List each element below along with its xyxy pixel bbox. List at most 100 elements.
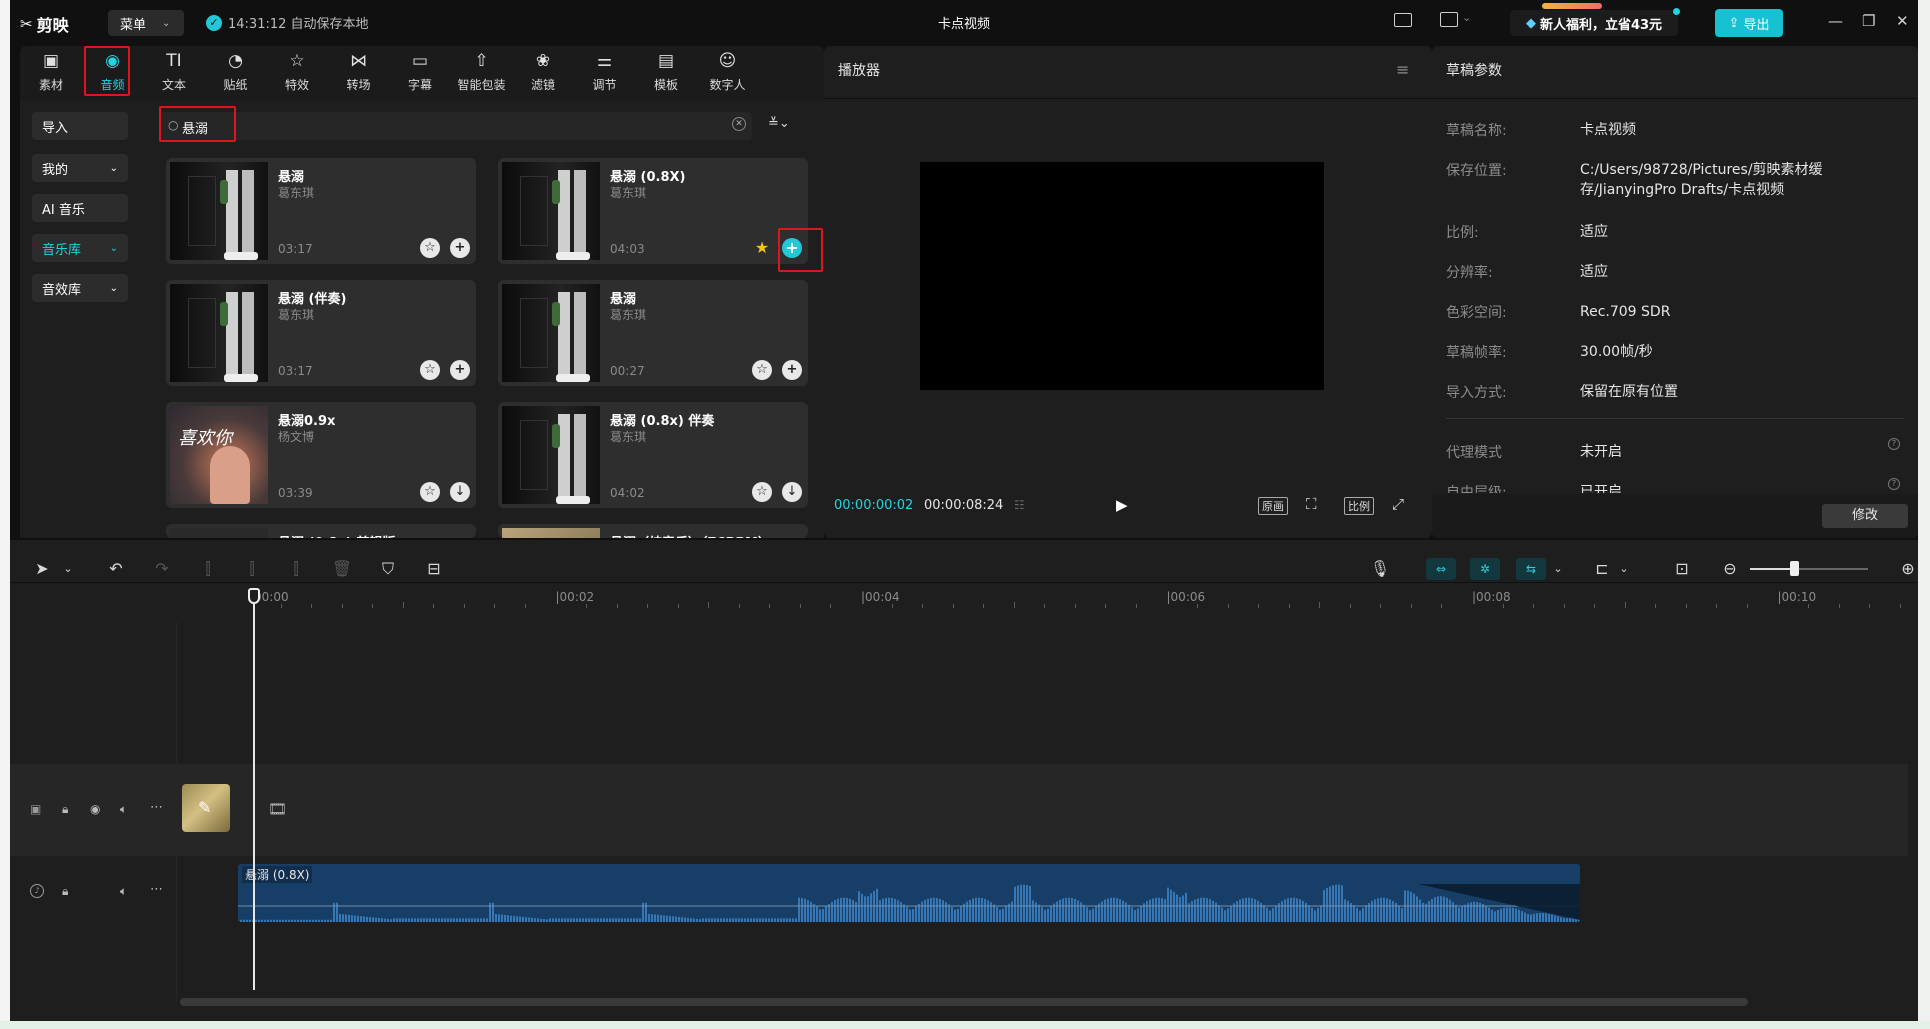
tick-mark (1135, 604, 1137, 608)
chevron-down-icon[interactable]: ⌄ (1546, 557, 1570, 581)
player-menu-icon[interactable]: ≡ (1396, 60, 1409, 79)
fade-out[interactable] (1418, 884, 1580, 920)
add-to-track-button[interactable]: + (782, 238, 802, 258)
minimize-icon[interactable]: — (1828, 12, 1843, 30)
zoom-out-icon[interactable]: ⊖ (1718, 557, 1742, 581)
shortcut-icon[interactable] (1394, 13, 1412, 27)
auto-snap-icon[interactable]: ✲ (1470, 558, 1500, 580)
undo-icon[interactable]: ↶ (104, 557, 128, 581)
tab-caption[interactable]: ▭ 字幕 (395, 50, 445, 94)
tab-text[interactable]: TI 文本 (149, 50, 199, 94)
tab-digital-human[interactable]: ☺ 数字人 (703, 50, 753, 94)
original-quality-button[interactable]: 原画 (1258, 497, 1288, 515)
tab-sticker[interactable]: ◔ 贴纸 (211, 50, 261, 94)
favorite-icon[interactable]: ☆ (420, 238, 440, 258)
search-input[interactable]: 悬溺 (182, 118, 208, 137)
tab-audio[interactable]: ◉ 音频 (88, 50, 138, 94)
favorite-icon[interactable]: ★ (752, 238, 772, 258)
preview-axis-icon[interactable]: ⊏ (1590, 557, 1614, 581)
play-icon[interactable]: ▶ (1116, 496, 1128, 514)
add-to-track-button[interactable]: + (450, 360, 470, 380)
zoom-in-icon[interactable]: ⊕ (1896, 557, 1918, 581)
tick-mark (433, 604, 434, 608)
lock-icon[interactable]: 🔒︎ (62, 884, 68, 899)
main-track-magnet-icon[interactable]: ⇔ (1426, 558, 1456, 580)
tab-smart-package[interactable]: ⇧ 智能包装 (457, 50, 507, 94)
tick-mark (1258, 604, 1259, 608)
close-icon[interactable]: ✕ (1896, 12, 1909, 30)
split-right-icon[interactable]: ⫿ (284, 557, 308, 581)
song-card[interactable]: 悬溺 葛东琪 00:27 ☆ + (498, 280, 808, 386)
song-card[interactable]: 悬溺 (伴奏) 葛东琪 03:17 ☆ + (166, 280, 476, 386)
sidebar-item[interactable]: 导入 (32, 112, 128, 140)
help-icon[interactable]: ? (1888, 438, 1900, 450)
welfare-button[interactable]: ◆ 新人福利，立省43元 (1510, 10, 1678, 36)
screenshot-icon[interactable]: ⛶ (1306, 495, 1317, 513)
timecode-format-icon[interactable]: ☷ (1014, 498, 1025, 512)
more-icon[interactable]: ⋯ (150, 800, 163, 815)
song-card[interactable]: 悬溺 (0.8X) 葛东琪 04:03 ★ + (498, 158, 808, 264)
song-card[interactable]: 悬溺 (0.8x) 剪辑版 (166, 524, 476, 538)
add-to-track-button[interactable]: + (782, 360, 802, 380)
redo-icon[interactable]: ↷ (150, 557, 174, 581)
cover-thumbnail[interactable]: ✎ (182, 784, 230, 832)
split-icon[interactable]: ⫿ (196, 557, 220, 581)
song-title: 悬溺 (0.8X) (610, 170, 686, 185)
favorite-icon[interactable]: ☆ (420, 482, 440, 502)
tab-transition[interactable]: ⋈ 转场 (334, 50, 384, 94)
sidebar-item[interactable]: 音效库 ⌄ (32, 274, 128, 302)
film-icon: 🎞︎ (268, 800, 288, 818)
clear-icon[interactable]: ✕ (732, 117, 746, 131)
fullscreen-icon[interactable]: ⤢ (1392, 495, 1404, 513)
tick-mark (1380, 604, 1381, 608)
tab-template[interactable]: ▤ 模板 (641, 50, 691, 94)
favorite-icon[interactable]: ☆ (752, 360, 772, 380)
tab-filter[interactable]: ❀ 滤镜 (518, 50, 568, 94)
eye-icon[interactable]: ◉ (90, 802, 100, 816)
sidebar-item[interactable]: 音乐库 ⌄ (32, 234, 128, 262)
split-left-icon[interactable]: ⫿ (240, 557, 264, 581)
layout-dropdown-icon[interactable]: ⌄ (1462, 11, 1471, 24)
audio-clip[interactable]: 悬溺 (0.8X) (238, 864, 1580, 922)
tab-adjust[interactable]: ⚌ 调节 (580, 50, 630, 94)
download-icon[interactable]: ↓ (450, 482, 470, 502)
tab-media[interactable]: ▣ 素材 (26, 50, 76, 94)
preview-canvas[interactable] (920, 162, 1324, 390)
microphone-icon[interactable]: 🎙 (1368, 557, 1392, 581)
horizontal-scrollbar[interactable] (180, 998, 1748, 1006)
lock-icon[interactable]: 🔒︎ (62, 802, 68, 817)
chevron-down-icon[interactable]: ⌄ (1612, 557, 1636, 581)
param-label: 色彩空间: (1446, 305, 1507, 321)
chevron-down-icon[interactable]: ⌄ (56, 557, 80, 581)
add-to-track-button[interactable]: + (450, 238, 470, 258)
volume-icon[interactable]: 🔈︎ (120, 884, 127, 899)
select-tool-icon[interactable]: ➤ (30, 557, 54, 581)
modify-button[interactable]: 修改 (1822, 504, 1908, 528)
sidebar-item[interactable]: AI 音乐 (32, 194, 128, 222)
song-card[interactable]: 悬溺 (0.8x) 伴奏 葛东琪 04:02 ☆ ↓ (498, 402, 808, 508)
more-icon[interactable]: ⋯ (150, 882, 163, 897)
ratio-button[interactable]: 比例 (1344, 497, 1374, 515)
search-box[interactable]: ○ 悬溺 ✕ (160, 112, 752, 140)
favorite-icon[interactable]: ☆ (752, 482, 772, 502)
fit-timeline-icon[interactable]: ⊡ (1670, 557, 1694, 581)
song-card[interactable]: 悬溺 葛东琪 03:17 ☆ + (166, 158, 476, 264)
download-icon[interactable]: ↓ (782, 482, 802, 502)
export-button[interactable]: ⇪ 导出 (1715, 9, 1783, 37)
sidebar-item[interactable]: 我的 ⌄ (32, 154, 128, 182)
tab-effects[interactable]: ☆ 特效 (272, 50, 322, 94)
menu-button[interactable]: 菜单 ⌄ (108, 10, 184, 36)
restore-icon[interactable]: ❐ (1862, 12, 1875, 30)
linkage-icon[interactable]: ⇆ (1516, 558, 1546, 580)
filter-icon[interactable]: ≚⌄ (768, 116, 790, 131)
favorite-icon[interactable]: ☆ (420, 360, 440, 380)
layout-icon[interactable] (1440, 12, 1458, 27)
song-card[interactable]: 悬溺（纯音乐）（76BPM） (498, 524, 808, 538)
volume-icon[interactable]: 🔈︎ (120, 802, 127, 817)
help-icon[interactable]: ? (1888, 478, 1900, 490)
delete-icon[interactable]: 🗑 (330, 557, 354, 581)
marker-icon[interactable]: ⛉ (376, 557, 400, 581)
song-card[interactable]: 喜欢你 悬溺0.9x 杨文博 03:39 ☆ ↓ (166, 402, 476, 508)
auto-caption-icon[interactable]: ⊟ (422, 557, 446, 581)
zoom-slider-thumb[interactable] (1790, 561, 1799, 576)
